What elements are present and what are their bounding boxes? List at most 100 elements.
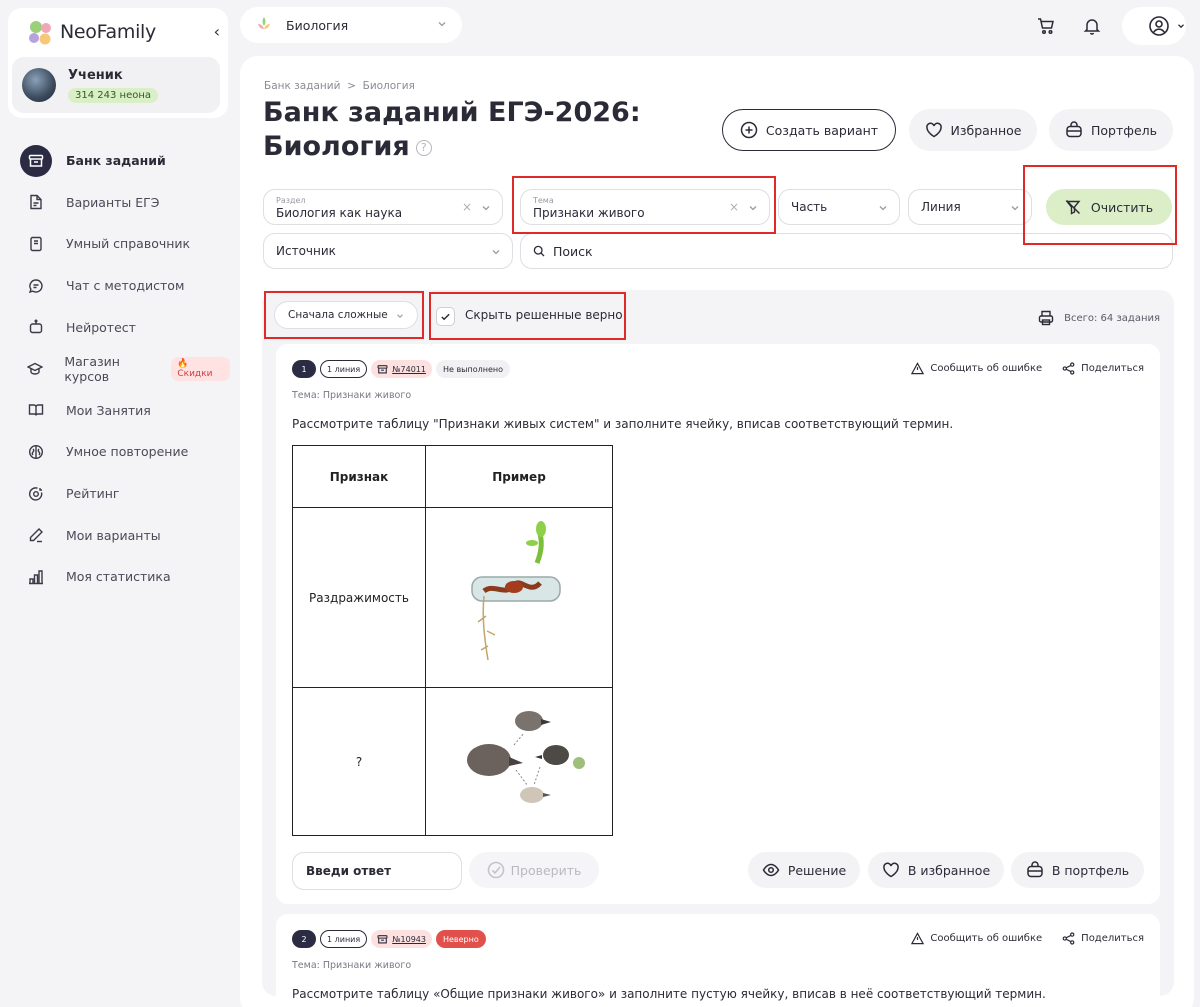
share-icon: [1062, 932, 1075, 945]
clear-x-icon[interactable]: ×: [462, 200, 472, 214]
page-title: Банк заданий ЕГЭ-2026: Биология?: [263, 96, 643, 164]
bar-chart-icon: [20, 561, 52, 593]
book-icon: [20, 228, 52, 260]
archive-icon: [377, 934, 388, 945]
solution-label: Решение: [787, 862, 847, 878]
subject-name: Биология: [286, 17, 349, 33]
printer-icon[interactable]: [1038, 310, 1054, 326]
sidebar-item-label: Мои варианты: [66, 527, 161, 543]
graduation-cap-icon: [20, 353, 50, 385]
robot-icon: [20, 311, 52, 343]
briefcase-icon: [1026, 861, 1044, 879]
favorites-label: Избранное: [950, 122, 1022, 138]
sidebar-item-neurotest[interactable]: Нейротест: [20, 306, 230, 348]
sidebar-item-label: Мои Занятия: [66, 402, 151, 418]
table-cell-unknown: ?: [292, 687, 426, 836]
app-name: NeoFamily: [60, 21, 156, 43]
task-number-badge: 2: [292, 930, 316, 948]
sidebar-item-ege-variants[interactable]: Варианты ЕГЭ: [20, 182, 230, 224]
task-topic: Тема: Признаки живого: [292, 960, 412, 971]
total-count: Всего: 64 задания: [1038, 310, 1160, 326]
collapse-sidebar-icon[interactable]: ‹: [214, 22, 220, 41]
add-to-portfolio-button[interactable]: В портфель: [1011, 852, 1144, 888]
finches-image: [425, 687, 613, 836]
task-meta: 2 1 линия №10943 Неверно: [292, 930, 486, 948]
sidebar-item-rating[interactable]: Рейтинг: [20, 473, 230, 515]
sidebar-item-smart-review[interactable]: Умное повторение: [20, 431, 230, 473]
task-topic: Тема: Признаки живого: [292, 390, 412, 401]
heart-icon: [925, 121, 943, 139]
chevron-down-icon: [1176, 21, 1186, 31]
help-icon[interactable]: ?: [415, 139, 432, 156]
document-icon: [20, 186, 52, 218]
sidebar-item-smart-reference[interactable]: Умный справочник: [20, 223, 230, 265]
neon-balance-badge: 314 243 неона: [68, 87, 159, 103]
solution-button[interactable]: Решение: [748, 852, 860, 888]
user-circle-icon: [1148, 15, 1170, 37]
add-to-favorites-button[interactable]: В избранное: [868, 852, 1004, 888]
sidebar-item-methodist-chat[interactable]: Чат с методистом: [20, 265, 230, 307]
subject-selector[interactable]: Биология: [240, 7, 462, 43]
chevron-down-icon: [1009, 202, 1021, 214]
report-error-link[interactable]: Сообщить об ошибке: [930, 363, 1042, 374]
sidebar-item-my-statistics[interactable]: Моя статистика: [20, 556, 230, 598]
task-id-link[interactable]: №10943: [371, 930, 432, 948]
create-variant-button[interactable]: Создать вариант: [722, 109, 896, 151]
sidebar-item-label: Умное повторение: [66, 444, 189, 460]
favorites-button[interactable]: Избранное: [909, 109, 1037, 151]
check-answer-button[interactable]: Проверить: [469, 852, 599, 888]
task-id: №10943: [392, 934, 426, 944]
breadcrumb-separator: >: [347, 80, 356, 92]
task-question: Рассмотрите таблицу "Признаки живых сист…: [292, 417, 954, 431]
section-filter[interactable]: Раздел Биология как наука ×: [263, 189, 503, 225]
sidebar-item-course-shop[interactable]: Магазин курсов 🔥 Скидки: [20, 348, 230, 390]
page-title-line1: Банк заданий ЕГЭ-2026:: [263, 97, 641, 128]
logo[interactable]: NeoFamily ‹: [24, 14, 224, 50]
sidebar-item-label: Банк заданий: [66, 153, 166, 169]
warning-icon: [911, 932, 925, 945]
report-error-link[interactable]: Сообщить об ошибке: [930, 933, 1042, 944]
sidebar-item-my-lessons[interactable]: Мои Занятия: [20, 390, 230, 432]
task-card: 2 1 линия №10943 Неверно Сообщить об оши…: [276, 914, 1160, 1007]
task-question: Рассмотрите таблицу «Общие признаки живо…: [292, 987, 1046, 1001]
highlight-clear-button: [1023, 165, 1177, 245]
sidebar-nav: Банк заданий Варианты ЕГЭ Умный справочн…: [20, 140, 230, 598]
sidebar-item-label: Умный справочник: [66, 236, 191, 252]
share-link[interactable]: Поделиться: [1081, 363, 1144, 374]
profile-menu[interactable]: [1122, 7, 1186, 45]
task-line-badge: 1 линия: [320, 360, 368, 378]
chevron-down-icon: [877, 202, 889, 214]
add-to-portfolio-label: В портфель: [1051, 862, 1130, 878]
line-filter[interactable]: Линия: [908, 189, 1032, 225]
table-header: Признак: [292, 445, 426, 508]
sidebar-item-label: Варианты ЕГЭ: [66, 194, 160, 210]
create-variant-label: Создать вариант: [765, 122, 879, 138]
share-link[interactable]: Поделиться: [1081, 933, 1144, 944]
breadcrumb: Банк заданий > Биология: [264, 80, 415, 92]
highlight-topic-filter: [512, 176, 776, 234]
cart-icon[interactable]: [1036, 16, 1056, 36]
section-filter-value: Биология как наука: [276, 206, 403, 220]
main-panel: Банк заданий > Биология Банк заданий ЕГЭ…: [240, 56, 1194, 1007]
highlight-hide-solved: [429, 292, 626, 340]
breadcrumb-root[interactable]: Банк заданий: [264, 80, 340, 92]
part-filter-value: Часть: [791, 200, 828, 214]
sidebar-item-task-bank[interactable]: Банк заданий: [20, 140, 230, 182]
page-title-line2: Биология: [263, 131, 410, 162]
part-filter[interactable]: Часть: [778, 189, 900, 225]
answer-input[interactable]: Введи ответ: [292, 852, 462, 890]
chat-icon: [20, 270, 52, 302]
user-name: Ученик: [68, 67, 123, 83]
user-card[interactable]: Ученик 314 243 неона: [12, 57, 220, 113]
chevron-down-icon: [436, 18, 448, 30]
bell-icon[interactable]: [1082, 16, 1102, 36]
task-id-link[interactable]: №74011: [371, 360, 432, 378]
open-book-icon: [20, 394, 52, 426]
source-filter[interactable]: Источник: [263, 233, 513, 269]
logo-icon: [24, 17, 54, 47]
line-filter-value: Линия: [921, 200, 961, 214]
sidebar-item-my-variants[interactable]: Мои варианты: [20, 514, 230, 556]
sidebar-item-label: Моя статистика: [66, 569, 171, 585]
sidebar-item-label: Магазин курсов: [64, 353, 120, 384]
portfolio-button[interactable]: Портфель: [1049, 109, 1173, 151]
